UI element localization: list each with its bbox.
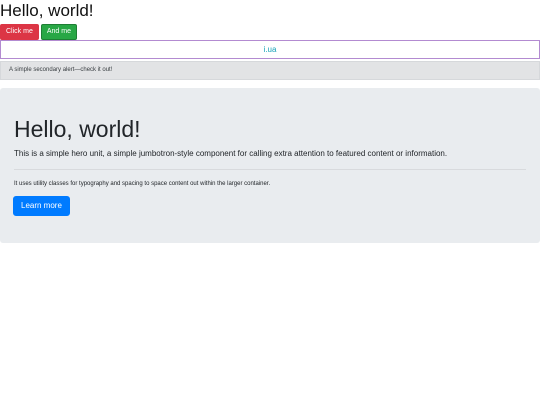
click-me-button[interactable]: Click me: [0, 24, 39, 40]
jumbotron-lead: This is a simple hero unit, a simple jum…: [14, 149, 448, 158]
page-title: Hello, world!: [0, 1, 94, 20]
jumbotron-divider: [14, 169, 526, 170]
learn-more-button[interactable]: Learn more: [13, 196, 70, 216]
jumbotron-body-text: It uses utility classes for typography a…: [14, 181, 271, 187]
secondary-alert: A simple secondary alert—check it out!: [0, 61, 540, 80]
alert-text: A simple secondary alert—check it out!: [9, 67, 113, 73]
jumbotron-title: Hello, world!: [14, 116, 141, 142]
and-me-button[interactable]: And me: [40, 24, 77, 40]
link-bar: i.ua: [0, 40, 540, 59]
jumbotron: Hello, world! This is a simple hero unit…: [0, 88, 540, 243]
button-row: Click me And me: [0, 24, 540, 40]
iua-link[interactable]: i.ua: [264, 45, 277, 54]
